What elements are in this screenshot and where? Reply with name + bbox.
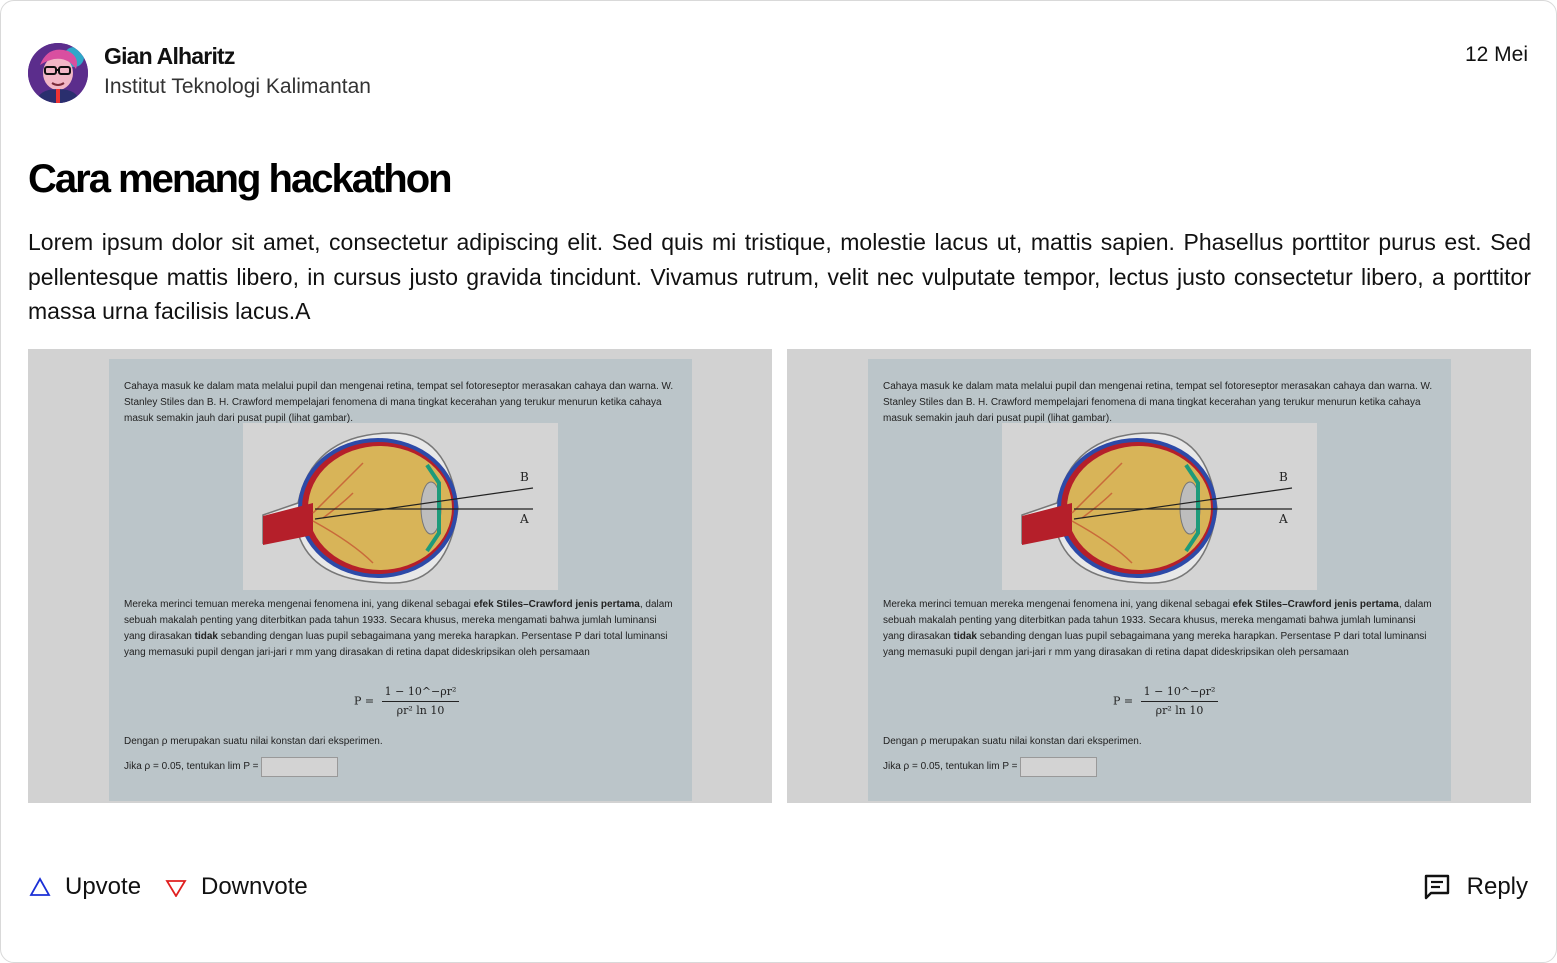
eye-diagram: B A bbox=[243, 423, 558, 590]
author-institution: Institut Teknologi Kalimantan bbox=[104, 75, 371, 98]
triangle-down-icon bbox=[165, 880, 187, 897]
question-line: Jika ρ = 0.05, tentukan lim P = bbox=[883, 757, 1098, 777]
post-date: 12 Mei bbox=[1464, 43, 1528, 66]
downvote-label: Downvote bbox=[201, 873, 308, 900]
upvote-button[interactable]: Upvote bbox=[29, 873, 141, 901]
sheet-paragraph: Dengan ρ merupakan suatu nilai konstan d… bbox=[124, 736, 383, 747]
sheet-paragraph: Cahaya masuk ke dalam mata melalui pupil… bbox=[124, 381, 674, 424]
sheet-paragraph: Mereka merinci temuan mereka mengenai fe… bbox=[124, 599, 673, 658]
downvote-button[interactable]: Downvote bbox=[165, 873, 308, 901]
post-body: Lorem ipsum dolor sit amet, consectetur … bbox=[28, 229, 1531, 324]
problem-sheet: Cahaya masuk ke dalam mata melalui pupil… bbox=[109, 359, 692, 801]
formula: P = 1 − 10^−ρr² ρr² ln 10 bbox=[354, 684, 460, 719]
eye-diagram: B A bbox=[1002, 423, 1317, 590]
post-card: Gian Alharitz Institut Teknologi Kaliman… bbox=[0, 0, 1557, 963]
avatar-illustration-icon bbox=[28, 43, 88, 103]
sheet-paragraph: Dengan ρ merupakan suatu nilai konstan d… bbox=[883, 736, 1142, 747]
reply-button[interactable]: Reply bbox=[1423, 873, 1528, 901]
problem-sheet: Cahaya masuk ke dalam mata melalui pupil… bbox=[868, 359, 1451, 801]
ray-label-b: B bbox=[1279, 470, 1288, 484]
formula: P = 1 − 10^−ρr² ρr² ln 10 bbox=[1113, 684, 1219, 719]
ray-label-a: A bbox=[1279, 512, 1288, 526]
upvote-label: Upvote bbox=[65, 873, 142, 900]
answer-input bbox=[1020, 757, 1098, 777]
ray-label-a: A bbox=[520, 512, 529, 526]
post-title: Cara menang hackathon bbox=[28, 157, 453, 201]
triangle-up-icon bbox=[29, 877, 51, 896]
reply-label: Reply bbox=[1466, 873, 1528, 900]
author-avatar[interactable] bbox=[28, 43, 88, 103]
author-name[interactable]: Gian Alharitz bbox=[104, 43, 235, 70]
attachment-image-1[interactable]: Cahaya masuk ke dalam mata melalui pupil… bbox=[28, 349, 772, 803]
sheet-paragraph: Mereka merinci temuan mereka mengenai fe… bbox=[883, 599, 1432, 658]
attachment-image-2[interactable]: Cahaya masuk ke dalam mata melalui pupil… bbox=[787, 349, 1531, 803]
answer-input bbox=[261, 757, 339, 777]
ray-label-b: B bbox=[520, 470, 529, 484]
question-line: Jika ρ = 0.05, tentukan lim P = bbox=[124, 757, 339, 777]
comment-icon bbox=[1424, 874, 1449, 900]
sheet-paragraph: Cahaya masuk ke dalam mata melalui pupil… bbox=[883, 381, 1433, 424]
